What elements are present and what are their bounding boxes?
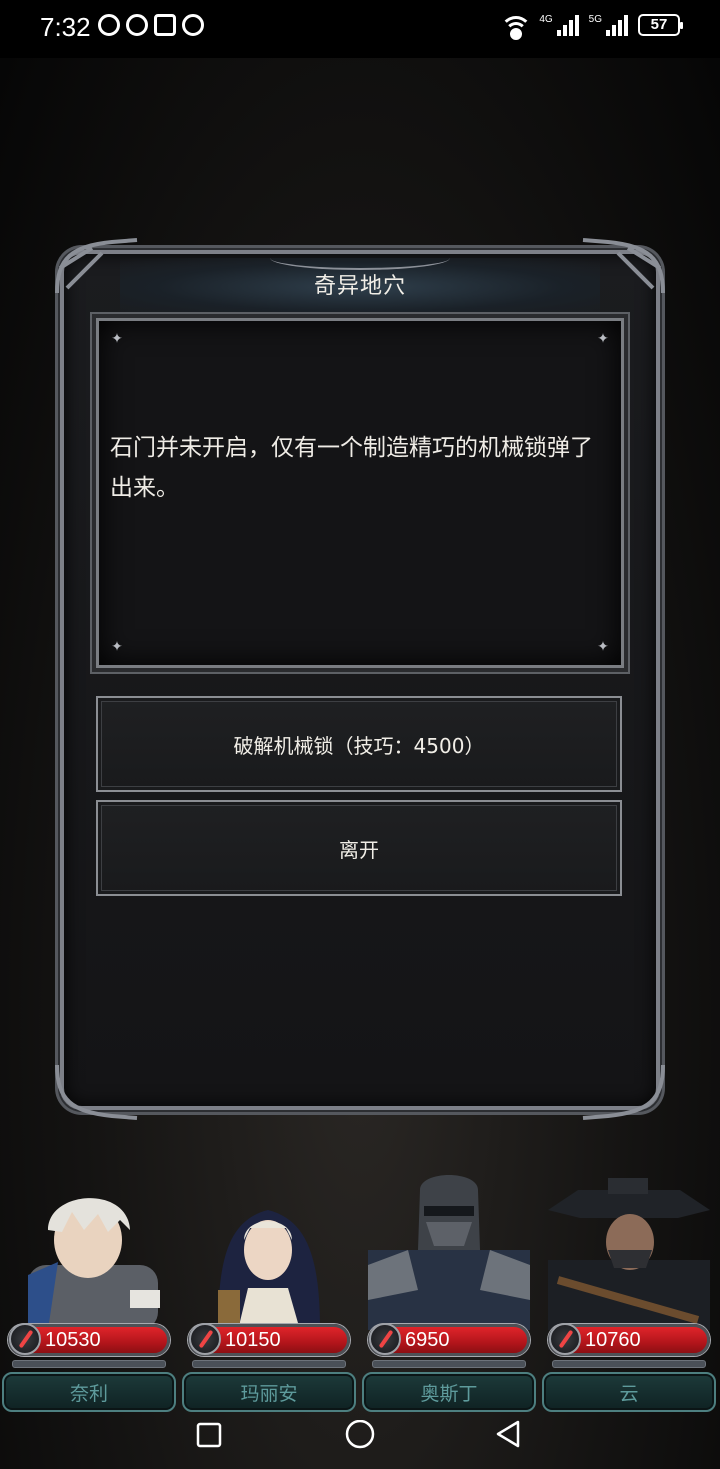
- title-crest-ornament: [270, 246, 450, 270]
- hp-bar: 10760: [548, 1323, 710, 1356]
- hp-icon: [9, 1323, 41, 1355]
- party-member[interactable]: 10530 奈利: [0, 1160, 178, 1420]
- member-name-plate: 奥斯丁: [362, 1372, 536, 1412]
- party-member[interactable]: 6950 奥斯丁: [360, 1160, 538, 1420]
- hp-bar: 6950: [368, 1323, 530, 1356]
- portrait-wide-hat-swordsman: [548, 1178, 710, 1330]
- choice-crack-lock-button[interactable]: 破解机械锁（技巧：4500）: [96, 696, 622, 792]
- alarm-icon: [182, 14, 204, 36]
- wifi-icon: [500, 14, 533, 40]
- hp-value: 10530: [45, 1329, 101, 1351]
- frame-ornament-bottom-right: [582, 1064, 665, 1120]
- member-name-plate: 奈利: [2, 1372, 176, 1412]
- speedometer-icon: [126, 14, 148, 36]
- hp-icon: [189, 1323, 221, 1355]
- portrait-masked-soldier: [368, 1175, 530, 1330]
- hp-bar: 10150: [188, 1323, 350, 1356]
- star-ornament-icon: ✦: [111, 331, 123, 347]
- story-text: 石门并未开启，仅有一个制造精巧的机械锁弹了出来。: [110, 435, 593, 501]
- star-ornament-icon: ✦: [111, 639, 123, 655]
- party-bar: 10530 奈利 10150 玛丽安 6950 奥斯丁 10760 云: [0, 1160, 720, 1420]
- dialog-title: 奇异地穴: [313, 274, 406, 299]
- choice-leave-button[interactable]: 离开: [96, 800, 622, 896]
- hp-icon: [369, 1323, 401, 1355]
- portrait-nun: [218, 1210, 320, 1330]
- nfc-icon: [154, 14, 176, 36]
- back-icon[interactable]: [490, 1420, 530, 1460]
- energy-bar: [12, 1360, 166, 1368]
- party-member[interactable]: 10760 云: [540, 1160, 718, 1420]
- portrait-knight-white-hair: [28, 1198, 160, 1330]
- battery-icon: 57: [638, 14, 683, 36]
- frame-ornament-bottom-left: [55, 1064, 138, 1120]
- navigation-bar: [0, 1420, 720, 1469]
- status-icons-right: 4G 5G 57: [500, 14, 683, 40]
- status-icons-left: [98, 14, 204, 36]
- hp-bar: 10530: [8, 1323, 170, 1356]
- hp-value: 6950: [405, 1329, 450, 1351]
- status-bar: 7:32 4G 5G 57: [0, 0, 720, 58]
- star-ornament-icon: ✦: [597, 331, 609, 347]
- signal-4g-icon: 4G: [539, 14, 579, 36]
- data-saver-icon: [98, 14, 120, 36]
- energy-bar: [372, 1360, 526, 1368]
- star-ornament-icon: ✦: [597, 639, 609, 655]
- signal-5g-icon: 5G: [589, 14, 628, 36]
- member-name-plate: 云: [542, 1372, 716, 1412]
- party-member[interactable]: 10150 玛丽安: [180, 1160, 358, 1420]
- home-icon[interactable]: [340, 1420, 380, 1460]
- recent-apps-icon[interactable]: [190, 1420, 230, 1460]
- hp-value: 10150: [225, 1329, 281, 1351]
- energy-bar: [192, 1360, 346, 1368]
- clock: 7:32: [40, 12, 91, 42]
- energy-bar: [552, 1360, 706, 1368]
- hp-icon: [549, 1323, 581, 1355]
- member-name-plate: 玛丽安: [182, 1372, 356, 1412]
- hp-value: 10760: [585, 1329, 641, 1351]
